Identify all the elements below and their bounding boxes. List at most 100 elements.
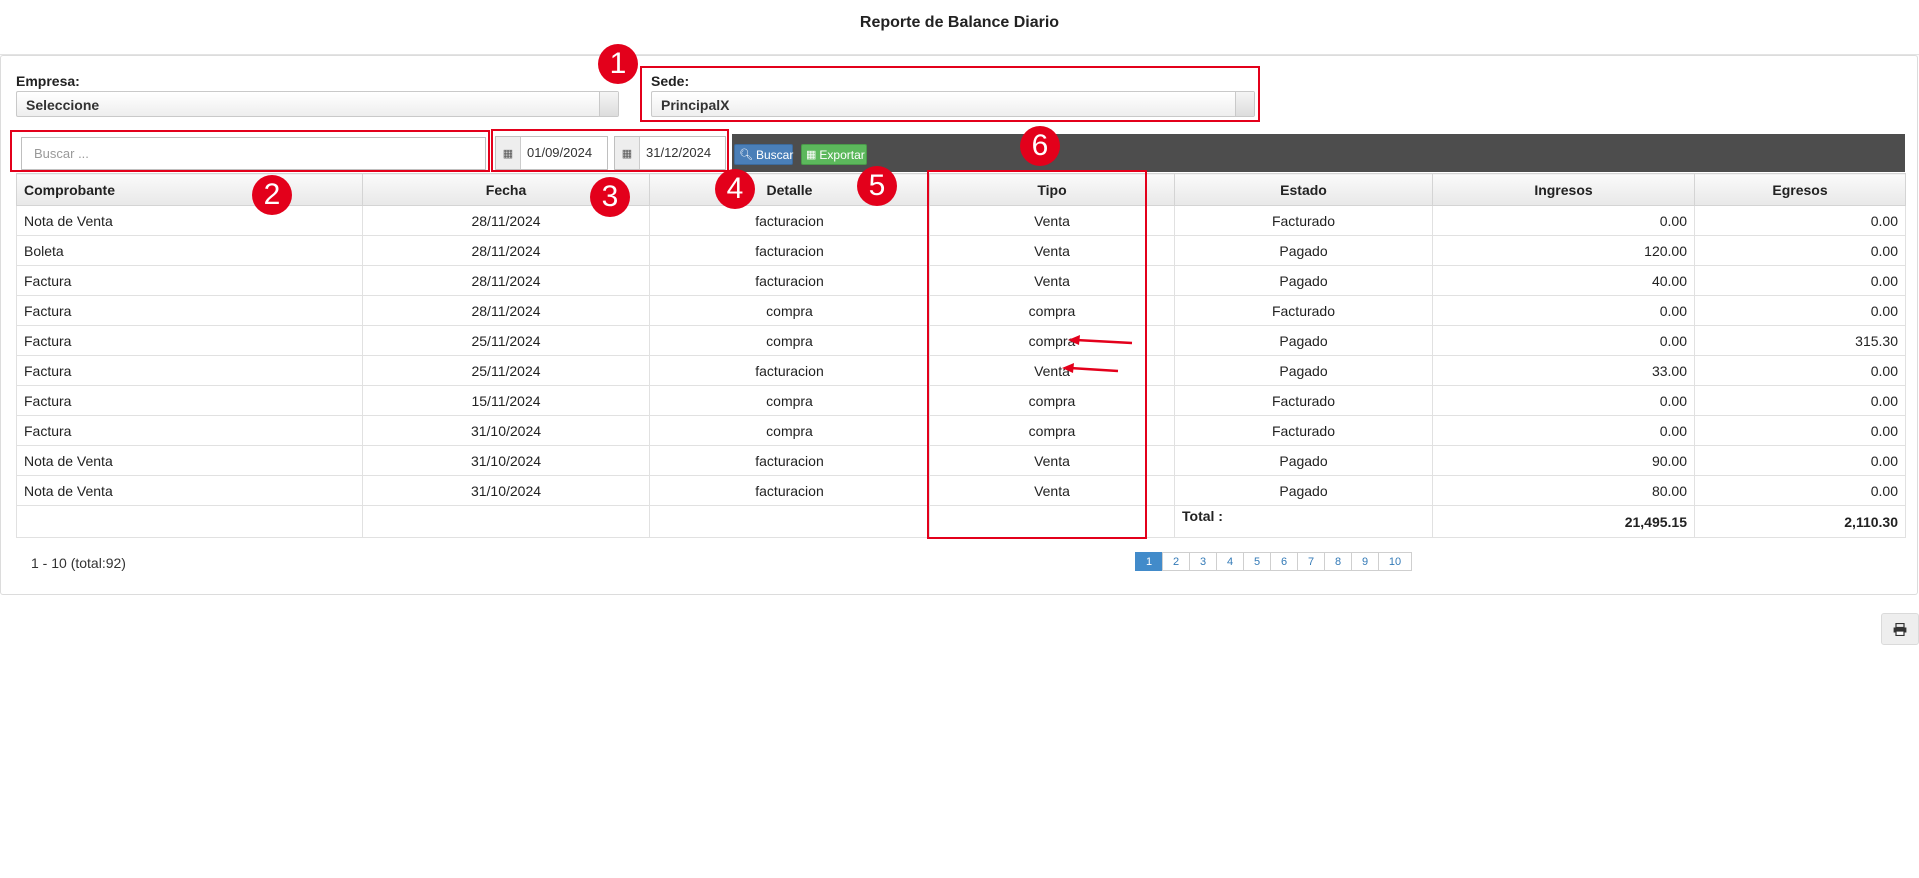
cell-ingresos: 0.00 xyxy=(1432,325,1695,356)
cell-ingresos: 0.00 xyxy=(1432,295,1695,326)
cell-ingresos: 80.00 xyxy=(1432,475,1695,506)
cell-comprobante: Boleta xyxy=(16,235,363,266)
empresa-select[interactable]: Seleccione xyxy=(16,91,619,117)
column-header[interactable]: Comprobante xyxy=(16,173,363,206)
cell-detalle: compra xyxy=(649,325,930,356)
cell-detalle: compra xyxy=(649,295,930,326)
chevron-down-icon xyxy=(599,92,618,116)
page-button-5[interactable]: 5 xyxy=(1243,552,1271,571)
print-button[interactable] xyxy=(1881,613,1919,645)
annotation-marker-4: 4 xyxy=(715,169,755,209)
cell-ingresos: 90.00 xyxy=(1432,445,1695,476)
page-button-7[interactable]: 7 xyxy=(1297,552,1325,571)
empty-cell xyxy=(16,505,363,538)
cell-fecha: 31/10/2024 xyxy=(362,445,650,476)
cell-fecha: 28/11/2024 xyxy=(362,265,650,296)
cell-fecha: 25/11/2024 xyxy=(362,355,650,386)
cell-comprobante: Factura xyxy=(16,385,363,416)
cell-egresos: 0.00 xyxy=(1694,475,1906,506)
annotation-marker-6: 6 xyxy=(1020,126,1060,166)
annotation-box-tipo xyxy=(927,170,1147,539)
buscar-button[interactable]: 🔍︎ Buscar xyxy=(734,144,793,165)
cell-estado: Pagado xyxy=(1174,265,1433,296)
empresa-select-value: Seleccione xyxy=(26,97,100,113)
cell-fecha: 31/10/2024 xyxy=(362,415,650,446)
cell-egresos: 315.30 xyxy=(1694,325,1906,356)
cell-egresos: 0.00 xyxy=(1694,295,1906,326)
cell-egresos: 0.00 xyxy=(1694,445,1906,476)
cell-egresos: 0.00 xyxy=(1694,265,1906,296)
cell-estado: Pagado xyxy=(1174,475,1433,506)
annotation-arrow-left-icon xyxy=(1068,335,1133,345)
cell-fecha: 25/11/2024 xyxy=(362,325,650,356)
annotation-arrow-left-icon xyxy=(1062,363,1119,373)
annotation-box-sede xyxy=(640,66,1260,122)
cell-detalle: compra xyxy=(649,415,930,446)
annotation-marker-1: 1 xyxy=(598,44,638,84)
empresa-label: Empresa: xyxy=(16,73,80,89)
cell-fecha: 31/10/2024 xyxy=(362,475,650,506)
annotation-marker-3: 3 xyxy=(590,177,630,217)
cell-egresos: 0.00 xyxy=(1694,385,1906,416)
cell-egresos: 0.00 xyxy=(1694,355,1906,386)
cell-comprobante: Factura xyxy=(16,265,363,296)
cell-detalle: compra xyxy=(649,385,930,416)
cell-detalle: facturacion xyxy=(649,265,930,296)
cell-fecha: 28/11/2024 xyxy=(362,235,650,266)
cell-estado: Pagado xyxy=(1174,445,1433,476)
pagination: 1 2 3 4 5 6 7 8 9 10 xyxy=(1135,552,1412,571)
page-button-6[interactable]: 6 xyxy=(1270,552,1298,571)
page-button-3[interactable]: 3 xyxy=(1189,552,1217,571)
buscar-button-label: Buscar xyxy=(755,147,794,162)
annotation-marker-2: 2 xyxy=(252,175,292,215)
cell-comprobante: Nota de Venta xyxy=(16,475,363,506)
cell-estado: Facturado xyxy=(1174,295,1433,326)
excel-file-icon: ▦ xyxy=(806,149,817,161)
total-ingresos: 21,495.15 xyxy=(1432,505,1695,538)
cell-ingresos: 40.00 xyxy=(1432,265,1695,296)
cell-egresos: 0.00 xyxy=(1694,235,1906,266)
cell-estado: Pagado xyxy=(1174,355,1433,386)
cell-estado: Facturado xyxy=(1174,205,1433,236)
total-label: Total : xyxy=(1174,505,1433,538)
cell-egresos: 0.00 xyxy=(1694,415,1906,446)
cell-fecha: 28/11/2024 xyxy=(362,295,650,326)
cell-egresos: 0.00 xyxy=(1694,205,1906,236)
cell-detalle: facturacion xyxy=(649,355,930,386)
cell-detalle: facturacion xyxy=(649,205,930,236)
cell-detalle: facturacion xyxy=(649,235,930,266)
page-button-2[interactable]: 2 xyxy=(1162,552,1190,571)
page-button-1[interactable]: 1 xyxy=(1135,552,1163,571)
cell-comprobante: Factura xyxy=(16,415,363,446)
cell-comprobante: Factura xyxy=(16,325,363,356)
cell-ingresos: 120.00 xyxy=(1432,235,1695,266)
page-button-9[interactable]: 9 xyxy=(1351,552,1379,571)
printer-icon xyxy=(1893,622,1907,636)
column-header[interactable]: Estado xyxy=(1174,173,1433,206)
annotation-marker-5: 5 xyxy=(857,166,897,206)
empty-cell xyxy=(649,505,930,538)
page-button-4[interactable]: 4 xyxy=(1216,552,1244,571)
column-header[interactable]: Egresos xyxy=(1694,173,1906,206)
page-button-8[interactable]: 8 xyxy=(1324,552,1352,571)
toolbar-bar xyxy=(732,134,1905,172)
cell-estado: Pagado xyxy=(1174,325,1433,356)
cell-comprobante: Factura xyxy=(16,355,363,386)
exportar-button-label: Exportar xyxy=(819,147,865,162)
cell-ingresos: 0.00 xyxy=(1432,415,1695,446)
cell-estado: Pagado xyxy=(1174,235,1433,266)
cell-detalle: facturacion xyxy=(649,445,930,476)
annotation-box-search xyxy=(10,130,490,172)
column-header[interactable]: Ingresos xyxy=(1432,173,1695,206)
cell-fecha: 15/11/2024 xyxy=(362,385,650,416)
exportar-button[interactable]: ▦ Exportar xyxy=(801,144,867,165)
cell-estado: Facturado xyxy=(1174,415,1433,446)
page-button-10[interactable]: 10 xyxy=(1378,552,1412,571)
cell-comprobante: Factura xyxy=(16,295,363,326)
annotation-box-dates xyxy=(491,129,729,172)
cell-ingresos: 33.00 xyxy=(1432,355,1695,386)
search-icon: 🔍︎ xyxy=(739,149,753,161)
cell-detalle: facturacion xyxy=(649,475,930,506)
empty-cell xyxy=(362,505,650,538)
cell-comprobante: Nota de Venta xyxy=(16,445,363,476)
